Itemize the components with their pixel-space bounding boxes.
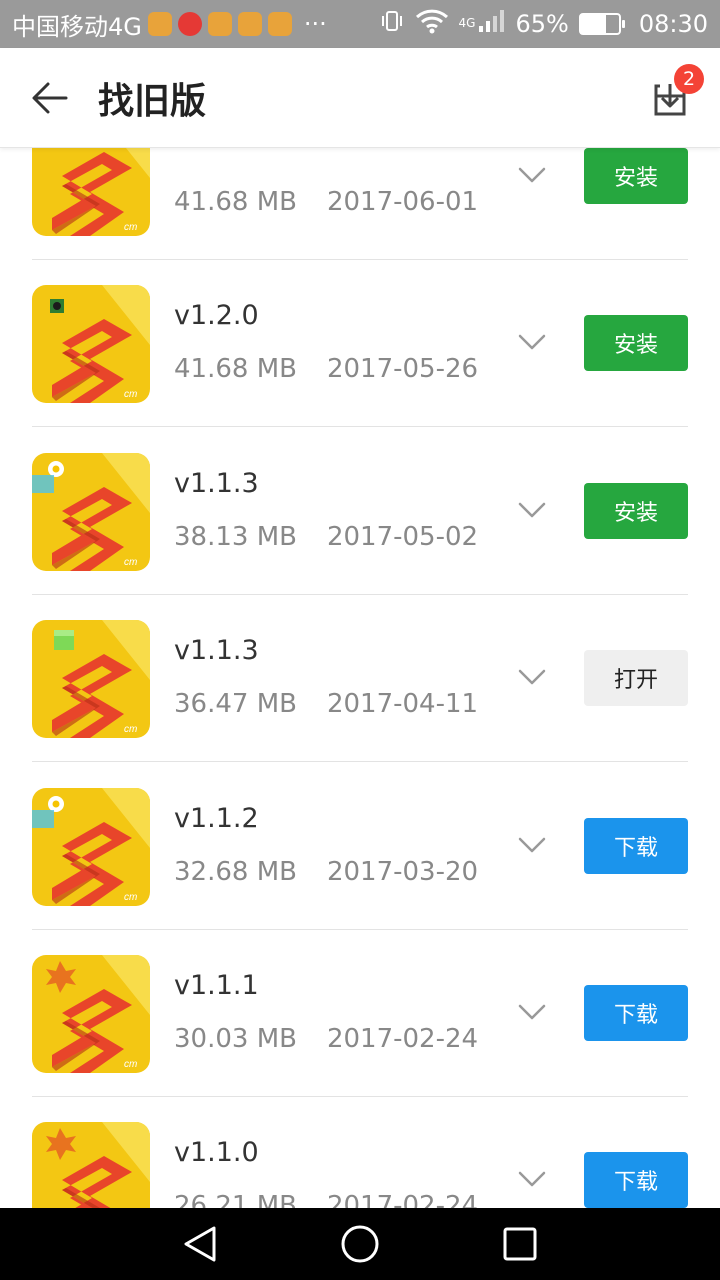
back-button[interactable] bbox=[0, 48, 100, 148]
file-size: 41.68 MB bbox=[174, 354, 297, 385]
version-row[interactable]: cm v1.2.0 41.68 MB 2017-05-26 安装 bbox=[32, 260, 688, 428]
version-meta: 41.68 MB 2017-06-01 bbox=[174, 187, 478, 217]
version-label: v1.1.3 bbox=[174, 467, 259, 499]
download-button[interactable]: 下载 bbox=[584, 1152, 688, 1208]
chevron-down-icon bbox=[518, 167, 546, 183]
version-row[interactable]: cm 41.68 MB 2017-06-01 安装 bbox=[32, 148, 688, 260]
expand-button[interactable] bbox=[516, 494, 548, 526]
clock: 08:30 bbox=[638, 10, 708, 38]
version-meta: 30.03 MB 2017-02-24 bbox=[174, 1024, 478, 1054]
version-meta: 41.68 MB 2017-05-26 bbox=[174, 354, 478, 384]
more-notifications-icon: ··· bbox=[303, 10, 327, 38]
page-title: 找旧版 bbox=[98, 80, 207, 122]
version-row[interactable]: cm v1.1.0 26.21 MB 2017-02-24 下载 bbox=[32, 1097, 688, 1208]
release-date: 2017-05-02 bbox=[326, 521, 479, 552]
release-date: 2017-06-01 bbox=[326, 187, 479, 217]
download-count-badge: 2 bbox=[674, 63, 704, 94]
install-button[interactable]: 安装 bbox=[584, 315, 688, 372]
file-size: 38.13 MB bbox=[174, 521, 297, 552]
file-size: 32.68 MB bbox=[174, 856, 297, 887]
version-label: v1.2.0 bbox=[174, 300, 259, 332]
chevron-down-icon bbox=[518, 1004, 546, 1020]
version-row[interactable]: cm v1.1.3 36.47 MB 2017-04-11 打开 bbox=[32, 595, 688, 763]
vibrate-icon bbox=[379, 8, 405, 40]
nav-back-button[interactable] bbox=[170, 1214, 230, 1274]
file-size: 41.68 MB bbox=[174, 187, 297, 217]
release-date: 2017-04-11 bbox=[326, 689, 479, 720]
notification-app-icon bbox=[207, 12, 232, 36]
expand-button[interactable] bbox=[516, 996, 548, 1028]
svg-text:cm: cm bbox=[124, 222, 137, 233]
file-size: 36.47 MB bbox=[174, 689, 297, 720]
signal-icon bbox=[477, 8, 505, 40]
version-label: v1.1.2 bbox=[174, 802, 259, 834]
app-icon: cm bbox=[32, 955, 150, 1073]
app-icon: cm bbox=[32, 148, 150, 236]
nav-back-triangle-icon bbox=[184, 1226, 216, 1262]
app-icon: cm bbox=[32, 285, 150, 404]
notification-app-icon bbox=[177, 12, 202, 36]
app-icon: cm bbox=[32, 620, 150, 739]
release-date: 2017-03-20 bbox=[326, 856, 479, 887]
open-button[interactable]: 打开 bbox=[584, 650, 688, 707]
chevron-down-icon bbox=[518, 837, 546, 852]
app-header: 找旧版 2 bbox=[0, 48, 720, 148]
install-button[interactable]: 安装 bbox=[584, 482, 688, 539]
release-date: 2017-05-26 bbox=[326, 354, 479, 385]
version-label: v1.1.3 bbox=[174, 635, 259, 667]
version-row[interactable]: cm v1.1.2 32.68 MB 2017-03-20 下载 bbox=[32, 763, 688, 930]
svg-text:cm: cm bbox=[124, 389, 137, 400]
nav-recents-button[interactable] bbox=[490, 1214, 550, 1274]
notification-app-icon bbox=[237, 12, 262, 36]
chevron-down-icon bbox=[518, 669, 546, 685]
app-icon: cm bbox=[32, 787, 150, 906]
version-meta: 36.47 MB 2017-04-11 bbox=[174, 689, 478, 719]
version-label: v1.1.0 bbox=[174, 1137, 259, 1169]
chevron-down-icon bbox=[518, 1172, 546, 1187]
expand-button[interactable] bbox=[516, 326, 548, 358]
expand-button[interactable] bbox=[516, 1163, 548, 1195]
nav-home-circle-icon bbox=[341, 1225, 379, 1263]
network-type-label: 4G bbox=[458, 16, 476, 30]
battery-icon bbox=[578, 13, 625, 35]
file-size: 30.03 MB bbox=[174, 1024, 297, 1054]
nav-recents-square-icon bbox=[503, 1227, 537, 1261]
app-icon: cm bbox=[32, 1122, 150, 1208]
version-meta: 38.13 MB 2017-05-02 bbox=[174, 522, 478, 552]
version-row[interactable]: cm v1.1.3 38.13 MB 2017-05-02 安装 bbox=[32, 428, 688, 595]
notification-app-icon bbox=[147, 12, 172, 36]
version-row[interactable]: cm v1.1.1 30.03 MB 2017-02-24 下载 bbox=[32, 930, 688, 1097]
svg-text:cm: cm bbox=[124, 892, 137, 903]
release-date: 2017-02-24 bbox=[326, 1024, 479, 1054]
version-label: v1.1.1 bbox=[174, 970, 259, 1001]
chevron-down-icon bbox=[518, 335, 546, 350]
notification-app-icon bbox=[267, 12, 292, 36]
expand-button[interactable] bbox=[516, 829, 548, 861]
nav-home-button[interactable] bbox=[330, 1214, 390, 1274]
battery-percent: 65% bbox=[515, 10, 569, 38]
download-button[interactable]: 下载 bbox=[584, 985, 688, 1041]
version-list: cm 41.68 MB 2017-06-01 安装 cm v1.2.0 41.68 MB 20… bbox=[32, 148, 688, 1208]
download-button[interactable]: 下载 bbox=[584, 817, 688, 874]
arrow-left-icon bbox=[32, 82, 68, 113]
wifi-icon bbox=[415, 8, 449, 40]
version-meta: 26.21 MB 2017-02-24 bbox=[174, 1191, 478, 1208]
svg-text:cm: cm bbox=[124, 724, 137, 735]
system-nav-bar bbox=[0, 1208, 720, 1280]
release-date: 2017-02-24 bbox=[326, 1191, 479, 1208]
app-icon: cm bbox=[32, 452, 150, 571]
expand-button[interactable] bbox=[516, 159, 548, 191]
expand-button[interactable] bbox=[516, 661, 548, 693]
svg-text:cm: cm bbox=[124, 1059, 137, 1070]
file-size: 26.21 MB bbox=[174, 1191, 297, 1208]
download-manager-button[interactable]: 2 bbox=[620, 48, 720, 148]
install-button[interactable]: 安装 bbox=[584, 148, 688, 204]
status-bar: 中国移动4G ··· 4G 65% 08:30 bbox=[0, 0, 720, 48]
version-meta: 32.68 MB 2017-03-20 bbox=[174, 857, 478, 887]
svg-text:cm: cm bbox=[124, 557, 137, 568]
chevron-down-icon bbox=[518, 502, 546, 518]
carrier-label: 中国移动4G bbox=[12, 12, 142, 41]
